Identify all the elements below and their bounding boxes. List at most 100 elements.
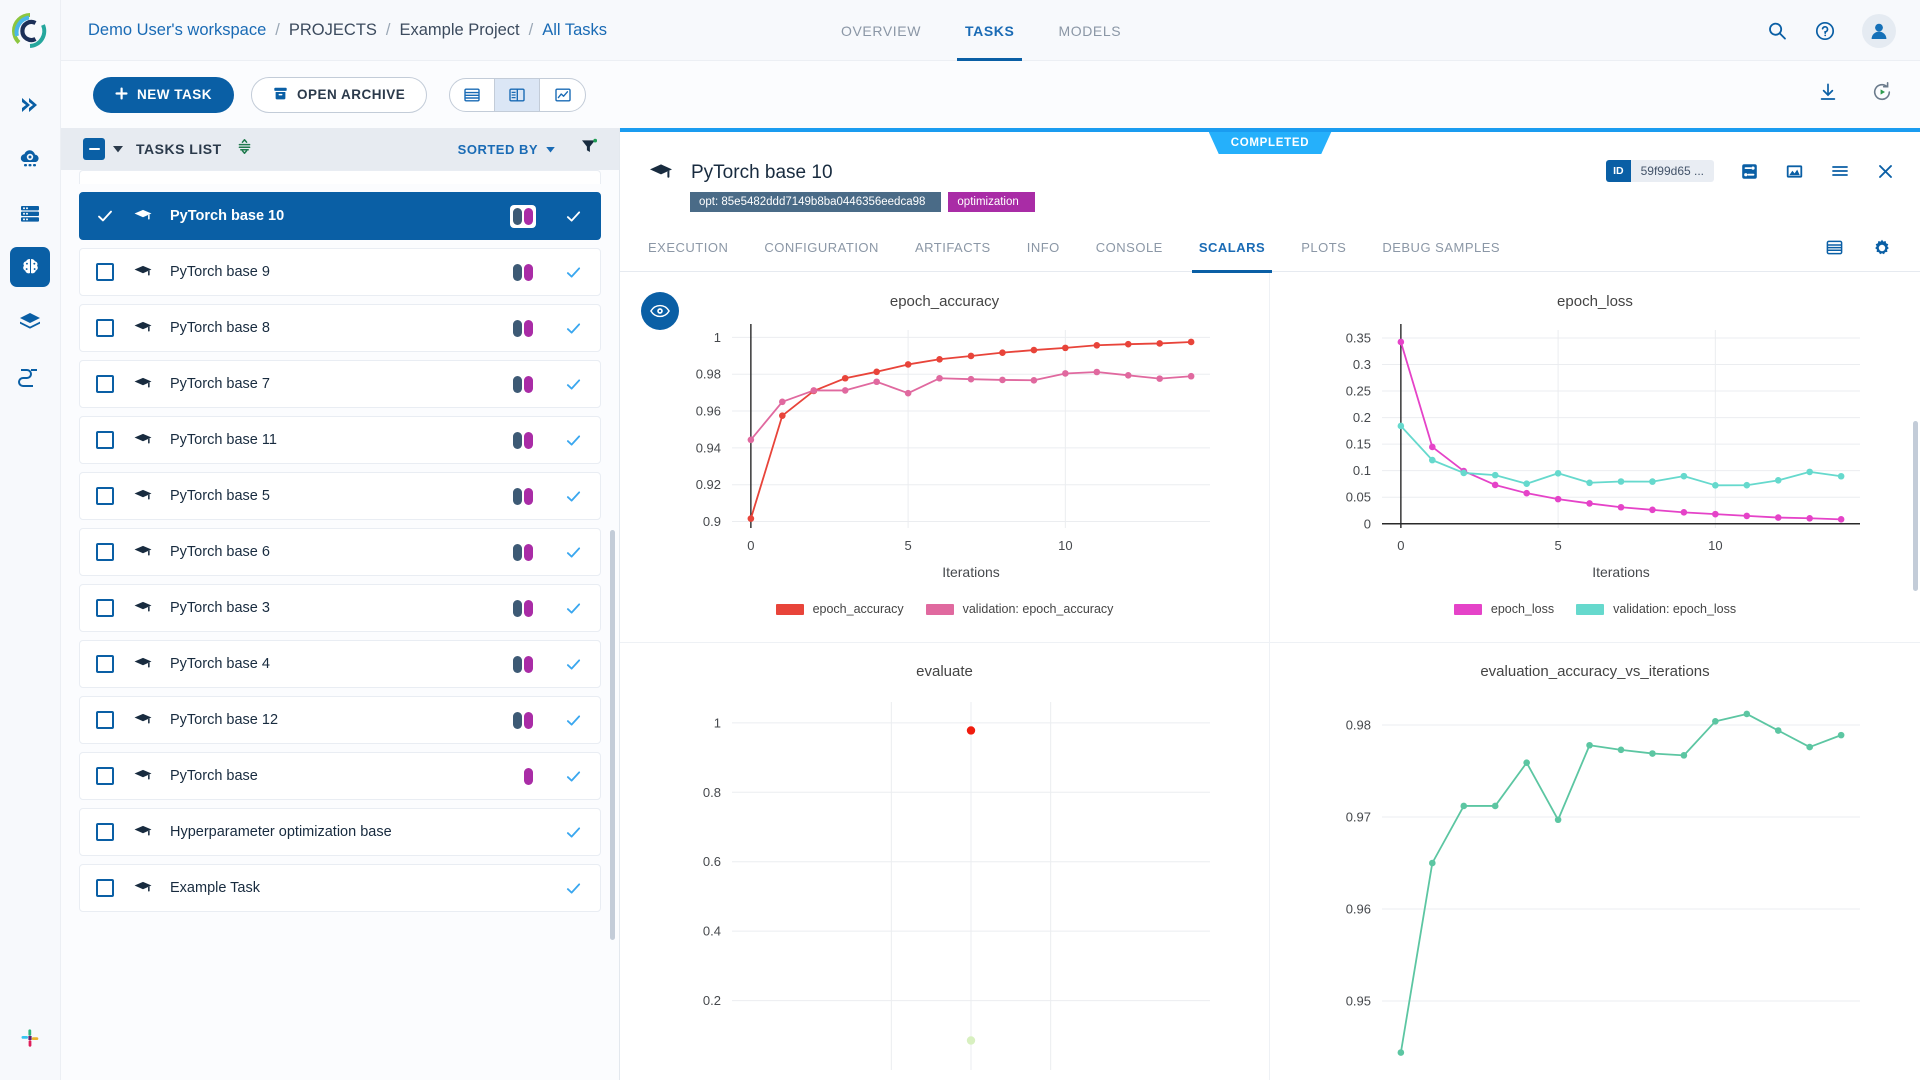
search-icon[interactable] — [1766, 20, 1788, 42]
table-row[interactable]: Hyperparameter optimization base — [79, 808, 601, 856]
row-checkbox[interactable] — [96, 599, 114, 617]
task-id-badge[interactable]: ID 59f99d65 ... — [1606, 160, 1714, 182]
sidebar-item-datasets[interactable] — [10, 301, 50, 341]
table-row[interactable]: PyTorch base 4 — [79, 640, 601, 688]
row-checkbox[interactable] — [96, 375, 114, 393]
tab-plots[interactable]: PLOTS — [1301, 224, 1346, 272]
row-checkbox[interactable] — [96, 879, 114, 897]
tab-debug-samples[interactable]: DEBUG SAMPLES — [1382, 224, 1500, 272]
table-row[interactable]: Example Task — [79, 864, 601, 912]
auto-refresh-icon[interactable] — [1871, 81, 1893, 108]
tab-execution[interactable]: EXECUTION — [648, 224, 728, 272]
table-row[interactable]: PyTorch base 3 — [79, 584, 601, 632]
chevron-down-icon[interactable] — [113, 140, 123, 158]
tab-artifacts[interactable]: ARTIFACTS — [915, 224, 991, 272]
open-archive-button[interactable]: OPEN ARCHIVE — [251, 77, 427, 113]
sidebar-item-slack[interactable] — [10, 1018, 50, 1058]
chart-plot-area[interactable]: 00.050.10.150.20.250.30.350510Iterations — [1270, 310, 1920, 600]
task-color-pills[interactable] — [510, 709, 536, 732]
clearml-logo[interactable] — [0, 0, 61, 61]
row-checkbox[interactable] — [96, 263, 114, 281]
breadcrumb-projects[interactable]: PROJECTS — [289, 21, 377, 40]
detail-scrollbar[interactable] — [1913, 421, 1918, 591]
breadcrumb-example-project[interactable]: Example Project — [400, 21, 520, 40]
tag-optimization[interactable]: optimization — [948, 192, 1034, 212]
hyperparameters-icon[interactable] — [1740, 162, 1759, 181]
legend-item[interactable]: epoch_accuracy — [776, 602, 904, 616]
table-row[interactable]: PyTorch base 7 — [79, 360, 601, 408]
legend-item[interactable]: validation: epoch_accuracy — [926, 602, 1114, 616]
task-color-pills[interactable] — [510, 373, 536, 396]
table-row[interactable]: PyTorch base 5 — [79, 472, 601, 520]
sidebar-item-pipelines-flow[interactable] — [10, 355, 50, 395]
chart-epoch-accuracy[interactable]: epoch_accuracy 0.90.920.940.960.9810510I… — [620, 273, 1270, 643]
table-row[interactable]: PyTorch base — [79, 752, 601, 800]
row-checkbox[interactable] — [96, 655, 114, 673]
task-color-pills[interactable] — [510, 653, 536, 676]
row-checkbox[interactable] — [96, 767, 114, 785]
table-row[interactable]: PyTorch base 12 — [79, 696, 601, 744]
task-color-pills[interactable] — [510, 205, 536, 228]
filter-icon[interactable] — [580, 138, 597, 160]
row-checkbox[interactable] — [96, 319, 114, 337]
table-row[interactable]: PyTorch base 8 — [79, 304, 601, 352]
chart-compare-view-icon[interactable] — [540, 79, 585, 111]
tag-opt[interactable]: opt: 85e5482ddd7149b8ba0446356eedca98 — [690, 192, 941, 212]
task-color-pills[interactable] — [521, 765, 536, 788]
gear-icon[interactable] — [1872, 238, 1892, 258]
tab-tasks[interactable]: TASKS — [965, 0, 1014, 61]
sidebar-item-autoscalers[interactable] — [10, 139, 50, 179]
table-row[interactable]: PyTorch base 6 — [79, 528, 601, 576]
split-view-icon[interactable] — [495, 79, 540, 111]
legend-item[interactable]: validation: epoch_loss — [1576, 602, 1736, 616]
task-color-pills[interactable] — [510, 597, 536, 620]
sidebar-item-pipelines[interactable] — [10, 85, 50, 125]
breadcrumb-workspace[interactable]: Demo User's workspace — [88, 21, 266, 40]
row-checkbox[interactable] — [96, 711, 114, 729]
task-color-pills[interactable] — [510, 317, 536, 340]
avatar[interactable] — [1862, 14, 1896, 48]
chart-evaluate[interactable]: evaluate 0.20.40.60.81 — [620, 643, 1270, 1080]
tab-configuration[interactable]: CONFIGURATION — [764, 224, 879, 272]
table-row[interactable]: PyTorch base 10 — [79, 192, 601, 240]
tab-console[interactable]: CONSOLE — [1096, 224, 1163, 272]
image-preview-icon[interactable] — [1785, 162, 1804, 181]
task-color-pills[interactable] — [510, 429, 536, 452]
row-checkbox[interactable] — [96, 823, 114, 841]
menu-icon[interactable] — [1830, 161, 1850, 181]
row-checkbox[interactable] — [96, 543, 114, 561]
table-row[interactable]: PyTorch base 11 — [79, 416, 601, 464]
select-all-checkbox[interactable] — [83, 138, 105, 160]
help-circle-icon[interactable] — [1814, 20, 1836, 42]
task-color-pills[interactable] — [510, 261, 536, 284]
task-color-pills[interactable] — [510, 541, 536, 564]
tab-info[interactable]: INFO — [1027, 224, 1060, 272]
breadcrumb-all-tasks[interactable]: All Tasks — [542, 21, 607, 40]
row-selected-checkmark-icon[interactable] — [96, 207, 114, 225]
chart-plot-area[interactable]: 0.90.920.940.960.9810510Iterations — [620, 310, 1270, 600]
sidebar-item-projects[interactable] — [10, 247, 50, 287]
list-view-icon[interactable] — [1825, 238, 1844, 257]
chart-plot-area[interactable]: 0.950.960.970.98 — [1270, 680, 1920, 1080]
tab-models[interactable]: MODELS — [1058, 0, 1121, 61]
tab-scalars[interactable]: SCALARS — [1199, 224, 1265, 272]
chevron-down-icon[interactable] — [546, 140, 555, 158]
row-checkbox[interactable] — [96, 487, 114, 505]
table-view-icon[interactable] — [450, 79, 495, 111]
chart-epoch-loss[interactable]: epoch_loss 00.050.10.150.20.250.30.35051… — [1270, 273, 1920, 643]
task-color-pills[interactable] — [510, 485, 536, 508]
table-row[interactable]: PyTorch base 9 — [79, 248, 601, 296]
row-checkbox[interactable] — [96, 431, 114, 449]
legend-item[interactable]: epoch_loss — [1454, 602, 1554, 616]
download-icon[interactable] — [1817, 81, 1839, 108]
list-item-partial[interactable] — [79, 170, 601, 184]
sidebar-item-workers-queues[interactable] — [10, 193, 50, 233]
compare-icon[interactable] — [236, 138, 253, 160]
toggle-visibility-icon[interactable] — [641, 292, 679, 330]
chart-evaluation-accuracy-vs-iterations[interactable]: evaluation_accuracy_vs_iterations 0.950.… — [1270, 643, 1920, 1080]
sorted-by-label[interactable]: SORTED BY — [458, 142, 538, 157]
tasks-list-scroll[interactable]: PyTorch base 10 PyTorch base 9 PyTorch b… — [61, 170, 619, 1080]
tab-overview[interactable]: OVERVIEW — [841, 0, 921, 61]
new-task-button[interactable]: NEW TASK — [93, 77, 234, 113]
tasks-list-scrollbar[interactable] — [610, 530, 615, 940]
